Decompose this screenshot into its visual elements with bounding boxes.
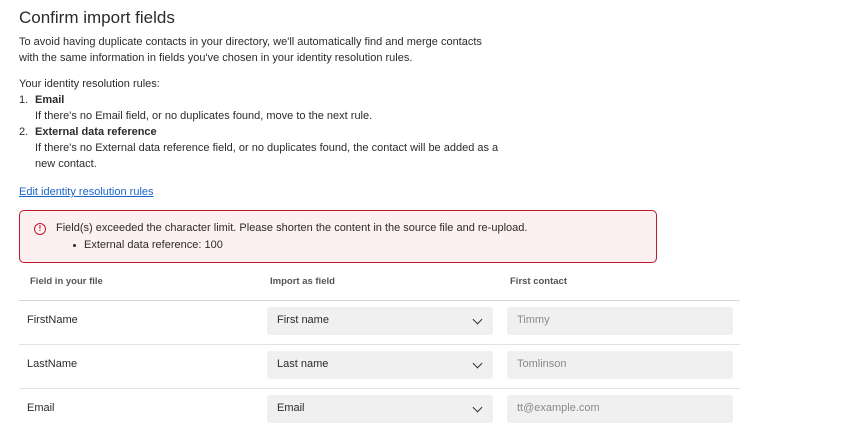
source-field-name: FirstName <box>27 314 78 326</box>
rule-description: If there's no External data reference fi… <box>35 142 499 170</box>
import-as-value: First name <box>277 314 329 326</box>
intro-line-2: with the same information in fields you'… <box>19 52 413 64</box>
rules-heading: Your identity resolution rules: <box>19 78 160 90</box>
import-as-value: Email <box>277 402 305 414</box>
import-as-select[interactable]: Email <box>267 395 493 423</box>
rule-number: 1. <box>19 94 29 106</box>
first-contact-value-box: Timmy <box>507 307 733 335</box>
identity-rule: 2. External data reference If there's no… <box>19 124 519 172</box>
table-header: Field in your file Import as field First… <box>19 270 740 301</box>
edit-identity-rules-link[interactable]: Edit identity resolution rules <box>19 185 154 199</box>
rule-description: If there's no Email field, or no duplica… <box>35 110 373 122</box>
identity-rule: 1. Email If there's no Email field, or n… <box>19 92 519 124</box>
error-item: External data reference: 100 <box>73 239 223 251</box>
chevron-down-icon <box>472 358 483 369</box>
source-field-name: LastName <box>27 358 78 370</box>
import-as-value: Last name <box>277 358 329 370</box>
intro-text: To avoid having duplicate contacts in yo… <box>19 34 519 66</box>
chevron-down-icon <box>472 314 483 325</box>
column-header-first-contact: First contact <box>510 276 568 287</box>
first-contact-value: Tomlinson <box>517 358 567 370</box>
table-row: Email Email tt@example.com <box>19 388 740 432</box>
table-row: FirstName First name Timmy <box>19 300 740 345</box>
first-contact-value-box: Tomlinson <box>507 351 733 379</box>
first-contact-value: Timmy <box>517 314 550 326</box>
import-as-select[interactable]: First name <box>267 307 493 335</box>
error-message: Field(s) exceeded the character limit. P… <box>56 222 528 234</box>
intro-line-1: To avoid having duplicate contacts in yo… <box>19 36 482 48</box>
error-banner: ! Field(s) exceeded the character limit.… <box>19 210 657 263</box>
import-as-select[interactable]: Last name <box>267 351 493 379</box>
first-contact-value-box: tt@example.com <box>507 395 733 423</box>
rule-name: Email <box>35 94 65 106</box>
rule-name: External data reference <box>35 126 157 138</box>
source-field-name: Email <box>27 402 55 414</box>
column-header-import-as: Import as field <box>270 276 335 287</box>
column-header-field: Field in your file <box>30 276 103 287</box>
chevron-down-icon <box>472 402 483 413</box>
page-title: Confirm import fields <box>19 8 175 27</box>
alert-circle-icon: ! <box>34 223 46 235</box>
first-contact-value: tt@example.com <box>517 402 600 414</box>
table-row: LastName Last name Tomlinson <box>19 344 740 389</box>
identity-rules-list: 1. Email If there's no Email field, or n… <box>19 92 519 172</box>
rule-number: 2. <box>19 126 29 138</box>
